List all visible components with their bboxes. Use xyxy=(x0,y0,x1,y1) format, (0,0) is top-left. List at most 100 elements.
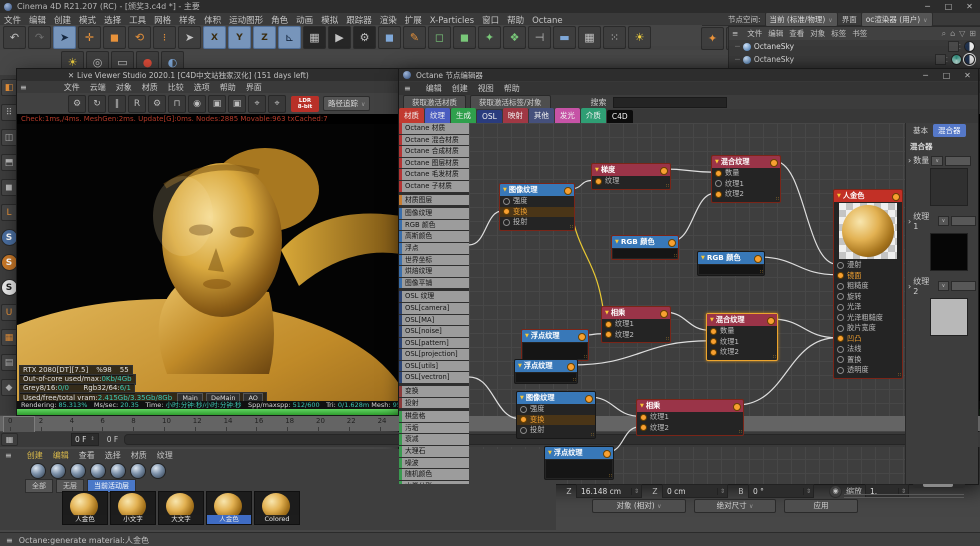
input-port[interactable] xyxy=(837,345,844,353)
array-icon[interactable]: ⁙ xyxy=(603,26,626,49)
render-button[interactable]: ▶ xyxy=(328,26,351,49)
collapse-triangle-icon[interactable]: ▼ xyxy=(710,317,714,323)
node-type-item[interactable]: Octane 混合材质 xyxy=(399,134,469,146)
node-header[interactable]: ▼ 相乘 xyxy=(602,307,670,319)
input-port-linked[interactable] xyxy=(837,335,844,343)
node-type-item[interactable]: OSL[camera] xyxy=(399,302,469,314)
layer-box[interactable] xyxy=(947,41,959,52)
output-port[interactable] xyxy=(754,255,762,263)
node-type-item[interactable]: Octane 材质 xyxy=(399,123,469,134)
node-type-item[interactable]: OSL[MA] xyxy=(399,314,469,326)
node-type-item[interactable]: 污垢 xyxy=(399,422,469,434)
input-port[interactable] xyxy=(520,405,527,413)
output-port[interactable] xyxy=(578,333,586,341)
node-type-item[interactable]: 山脊分形 xyxy=(399,480,469,484)
input-port-linked[interactable] xyxy=(710,327,717,335)
input-port-linked[interactable] xyxy=(520,416,527,424)
node-type-item[interactable]: OSL 纹理 xyxy=(399,291,469,302)
node-混合纹理[interactable]: ▼ 混合纹理 数量 纹理1 纹理2 ∷ xyxy=(706,313,778,361)
port-row[interactable]: 纹理1 xyxy=(707,337,777,348)
node-type-item[interactable]: Octane 毛发材质 xyxy=(399,169,469,180)
capsule-icon[interactable]: ▬ xyxy=(553,26,576,49)
input-port[interactable] xyxy=(837,356,844,364)
timeline-options-icon[interactable]: ▦ xyxy=(1,433,18,446)
node-type-item[interactable]: 棋盘格 xyxy=(399,411,469,422)
port-row[interactable]: 投射 xyxy=(500,217,574,228)
port-row[interactable]: 变换 xyxy=(517,414,595,425)
coord-mode-dropdown[interactable]: 对象 (相对) ∨ xyxy=(592,499,686,513)
edge-mode-icon[interactable]: ◫ xyxy=(0,129,18,146)
lv-restart-icon[interactable]: ↻ xyxy=(88,94,106,113)
close-icon[interactable]: ✕ xyxy=(959,0,980,13)
port-row[interactable]: 变换 xyxy=(500,206,574,217)
node-type-item[interactable]: RGB 颜色 xyxy=(399,219,469,231)
generator-icon[interactable]: ◻ xyxy=(428,26,451,49)
node-type-item[interactable]: 衰减 xyxy=(399,434,469,446)
node-type-item[interactable]: Octane 合成材质 xyxy=(399,146,469,157)
search-icon[interactable]: ⌕ xyxy=(940,29,948,39)
port-row[interactable]: 数量 xyxy=(707,326,777,337)
ldr-badge[interactable]: LDR 8-bit xyxy=(291,95,319,112)
node-resize-icon[interactable]: ∷ xyxy=(773,354,776,360)
filter-icon[interactable]: ▽ xyxy=(957,29,967,39)
lv-menu-对象[interactable]: 对象 xyxy=(111,83,137,92)
output-port[interactable] xyxy=(668,239,676,247)
size-mode-dropdown[interactable]: 绝对尺寸 ∨ xyxy=(694,499,776,513)
pass-button-AO[interactable]: AO xyxy=(243,393,263,401)
input-port-linked[interactable] xyxy=(715,190,722,198)
hamburger-icon[interactable]: ≡ xyxy=(0,451,17,460)
input-port-linked[interactable] xyxy=(640,413,647,421)
node-type-item[interactable]: 随机颜色 xyxy=(399,469,469,480)
port-row[interactable]: 纹理1 xyxy=(637,412,743,423)
coord-system-button[interactable]: ⊾ xyxy=(278,26,301,49)
node-header[interactable]: ▼ 混合纹理 xyxy=(712,156,780,168)
input-port-linked[interactable] xyxy=(595,177,602,185)
object-name[interactable]: OctaneSky xyxy=(754,55,794,64)
sky-tag-icon[interactable] xyxy=(964,41,975,52)
home-icon[interactable]: ⌂ xyxy=(948,29,957,39)
model-mode-icon[interactable]: ◼ xyxy=(0,179,18,196)
node-resize-icon[interactable]: ∷ xyxy=(570,224,573,230)
input-port[interactable] xyxy=(520,426,527,434)
input-port[interactable] xyxy=(503,197,510,205)
expand-arrow-icon[interactable]: › xyxy=(908,156,911,165)
node-浮点纹理[interactable]: ▼ 浮点纹理 ∷ xyxy=(544,446,614,480)
port-row[interactable]: 纹理2 xyxy=(712,189,780,200)
scale-tool-icon[interactable]: ◼ xyxy=(103,26,126,49)
record-icon[interactable]: ◉ xyxy=(829,484,842,498)
output-port[interactable] xyxy=(564,187,572,195)
lv-pause-icon[interactable]: ‖ xyxy=(108,94,126,113)
collapse-triangle-icon[interactable]: ▼ xyxy=(701,255,705,261)
grid-icon[interactable]: ▦ xyxy=(0,329,18,346)
tool-history-icon[interactable]: ⁝ xyxy=(153,26,176,49)
node-space-dropdown[interactable]: 当前 (标准/物理) ∨ xyxy=(764,11,838,27)
sim-s2-icon[interactable]: S xyxy=(0,254,18,271)
input-port[interactable] xyxy=(715,180,722,188)
node-resize-icon[interactable]: ∷ xyxy=(666,336,669,342)
snap-magnet-icon[interactable]: U xyxy=(0,304,18,321)
mm-menu-材质[interactable]: 材质 xyxy=(126,451,152,460)
node-RGB 颜色[interactable]: ▼ RGB 颜色 ∷ xyxy=(697,251,765,276)
port-row[interactable]: 镜面 xyxy=(834,271,902,282)
node-type-item[interactable]: OSL[projection] xyxy=(399,349,469,360)
node-resize-icon[interactable]: ∷ xyxy=(584,354,587,360)
lv-menu-材质[interactable]: 材质 xyxy=(137,83,163,92)
node-resize-icon[interactable]: ∷ xyxy=(674,253,677,259)
collapse-triangle-icon[interactable]: ▼ xyxy=(595,167,599,173)
object-row[interactable]: ─ OctaneSky ⁚ xyxy=(729,40,980,53)
node-resize-icon[interactable]: ∷ xyxy=(760,269,763,275)
node-type-item[interactable]: 投射 xyxy=(399,397,469,409)
node-type-item[interactable]: 变换 xyxy=(399,386,469,397)
lv-pick-focus-icon[interactable]: ⌖ xyxy=(268,94,286,113)
add-icon[interactable]: ⊞ xyxy=(967,29,978,39)
node-resize-icon[interactable]: ∷ xyxy=(898,372,901,378)
output-port[interactable] xyxy=(603,450,611,458)
material-swatch[interactable]: 人金色 xyxy=(62,491,108,525)
node-header[interactable]: ▼ 图像纹理 xyxy=(500,184,574,196)
node-header[interactable]: ▼ 相乘 xyxy=(637,400,743,412)
input-port-linked[interactable] xyxy=(503,208,510,216)
input-port[interactable] xyxy=(837,261,844,269)
redo-icon[interactable]: ↷ xyxy=(28,26,51,49)
sim-s3-icon[interactable]: S xyxy=(0,279,18,296)
collapse-triangle-icon[interactable]: ▼ xyxy=(525,333,529,339)
